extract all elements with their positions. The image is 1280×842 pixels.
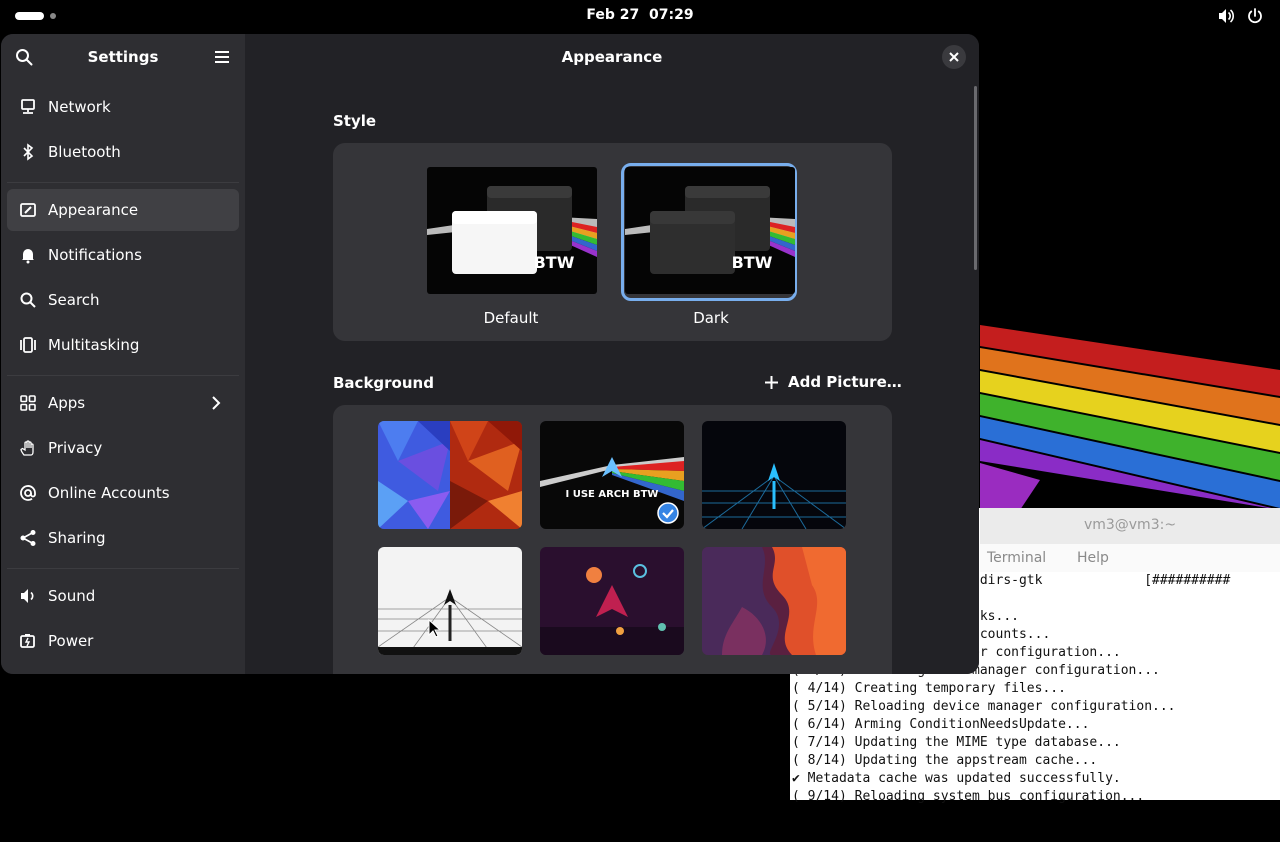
sidebar-item-multitasking[interactable]: Multitasking [7, 324, 239, 366]
top-bar: Feb 27 07:29 [0, 0, 1280, 32]
at-icon [20, 485, 36, 501]
sidebar-item-label: Multitasking [48, 336, 140, 354]
sidebar-item-label: Power [48, 632, 94, 650]
share-icon [20, 530, 36, 546]
style-preview-dark: BTW [625, 167, 795, 294]
clock[interactable]: Feb 27 07:29 [0, 7, 1280, 23]
apps-icon [20, 395, 36, 411]
settings-window: Settings Network Bluetooth Appearance No… [1, 34, 979, 674]
terminal-menu-terminal[interactable]: Terminal [987, 550, 1046, 566]
terminal-title: vm3@vm3:~ [1083, 517, 1177, 533]
wallpaper-thumb-white-road[interactable] [378, 547, 522, 655]
sidebar-item-privacy[interactable]: Privacy [7, 427, 239, 469]
sidebar-separator [7, 375, 239, 376]
sidebar-header: Settings [1, 34, 245, 80]
sidebar-item-sound[interactable]: Sound [7, 575, 239, 617]
sidebar-item-label: Notifications [48, 246, 142, 264]
wallpaper-thumb-blue-red[interactable] [378, 421, 522, 529]
volume-icon[interactable] [1217, 7, 1235, 25]
sidebar-item-search[interactable]: Search [7, 279, 239, 321]
style-thumb-text: BTW [732, 253, 773, 272]
sidebar-item-online-accounts[interactable]: Online Accounts [7, 472, 239, 514]
sidebar-separator [7, 568, 239, 569]
desktop-wallpaper [980, 320, 1280, 510]
sidebar-item-label: Apps [48, 394, 86, 412]
style-label-dark: Dark [693, 309, 729, 327]
terminal-line: ( 5/14) Reloading device manager configu… [792, 699, 1176, 714]
multitasking-icon [20, 337, 36, 353]
terminal-menu-help[interactable]: Help [1077, 550, 1109, 566]
sidebar-item-label: Privacy [48, 439, 103, 457]
sidebar-item-label: Appearance [48, 201, 139, 219]
chevron-right-icon [212, 396, 221, 410]
sidebar: Settings Network Bluetooth Appearance No… [1, 34, 245, 674]
clock-time: 07:29 [649, 7, 694, 23]
content-pane: Appearance Style BTW Default BTW Dark Ba… [245, 34, 979, 674]
sidebar-item-label: Sharing [48, 529, 106, 547]
close-icon [949, 52, 959, 62]
sidebar-item-bluetooth[interactable]: Bluetooth [7, 131, 239, 173]
terminal-line: ( 9/14) Reloading system bus configurati… [792, 789, 1145, 804]
terminal-line: ( 6/14) Arming ConditionNeedsUpdate... [792, 717, 1090, 732]
background-heading: Background [333, 374, 434, 392]
sidebar-item-label: Search [48, 291, 100, 309]
page-title: Appearance [561, 48, 663, 66]
bell-icon [22, 249, 34, 264]
hand-icon [20, 440, 34, 456]
sidebar-item-network[interactable]: Network [7, 86, 239, 128]
add-picture-label: Add Picture… [788, 373, 902, 391]
close-button[interactable] [942, 45, 966, 69]
terminal-line: ( 8/14) Updating the appstream cache... [792, 753, 1098, 768]
style-heading: Style [333, 112, 377, 130]
appearance-icon [20, 203, 36, 217]
wallpaper-thumb-purple-orange[interactable] [702, 547, 846, 655]
style-label-default: Default [483, 309, 539, 327]
wallpaper-thumb-neon-grid[interactable] [702, 421, 846, 529]
sidebar-separator [7, 182, 239, 183]
wallpaper-caption: I USE ARCH BTW [566, 489, 659, 500]
terminal-line: ( 4/14) Creating temporary files... [792, 681, 1066, 696]
style-thumb-text: BTW [534, 253, 575, 272]
sidebar-item-label: Sound [48, 587, 96, 605]
search-icon [20, 292, 36, 308]
terminal-line: ( 7/14) Updating the MIME type database.… [792, 735, 1121, 750]
mouse-cursor-icon [428, 619, 442, 638]
sidebar-item-notifications[interactable]: Notifications [7, 234, 239, 276]
bluetooth-icon [23, 143, 34, 161]
clock-date: Feb 27 [586, 7, 640, 23]
sidebar-title: Settings [87, 48, 159, 66]
power-icon[interactable] [1246, 7, 1264, 25]
terminal-header[interactable]: vm3@vm3:~ [980, 508, 1280, 544]
sidebar-item-sharing[interactable]: Sharing [7, 517, 239, 559]
sidebar-item-label: Online Accounts [48, 484, 170, 502]
speaker-icon [21, 589, 34, 603]
plus-icon [765, 376, 778, 389]
sidebar-item-power[interactable]: Power [7, 620, 239, 662]
network-icon [21, 99, 35, 114]
style-preview-default: BTW [427, 167, 597, 294]
style-option-dark[interactable]: BTW [621, 163, 797, 301]
battery-icon [20, 634, 35, 648]
sidebar-item-label: Network [48, 98, 111, 116]
sidebar-item-label: Bluetooth [48, 143, 121, 161]
style-card: BTW Default BTW Dark [333, 143, 892, 341]
terminal-line: ✔ Metadata cache was updated successfull… [792, 771, 1121, 786]
wallpaper-thumb-planets[interactable] [540, 547, 684, 655]
sidebar-item-apps[interactable]: Apps [7, 382, 239, 424]
menu-icon[interactable] [213, 48, 231, 66]
background-grid: I USE ARCH BTW [333, 405, 892, 674]
wallpaper-thumb-arch-prism[interactable]: I USE ARCH BTW [540, 421, 684, 529]
sidebar-item-appearance[interactable]: Appearance [7, 189, 239, 231]
style-option-default[interactable]: BTW [423, 163, 599, 301]
scrollbar[interactable] [974, 86, 977, 270]
terminal-menubar: Terminal Help [980, 544, 1280, 572]
